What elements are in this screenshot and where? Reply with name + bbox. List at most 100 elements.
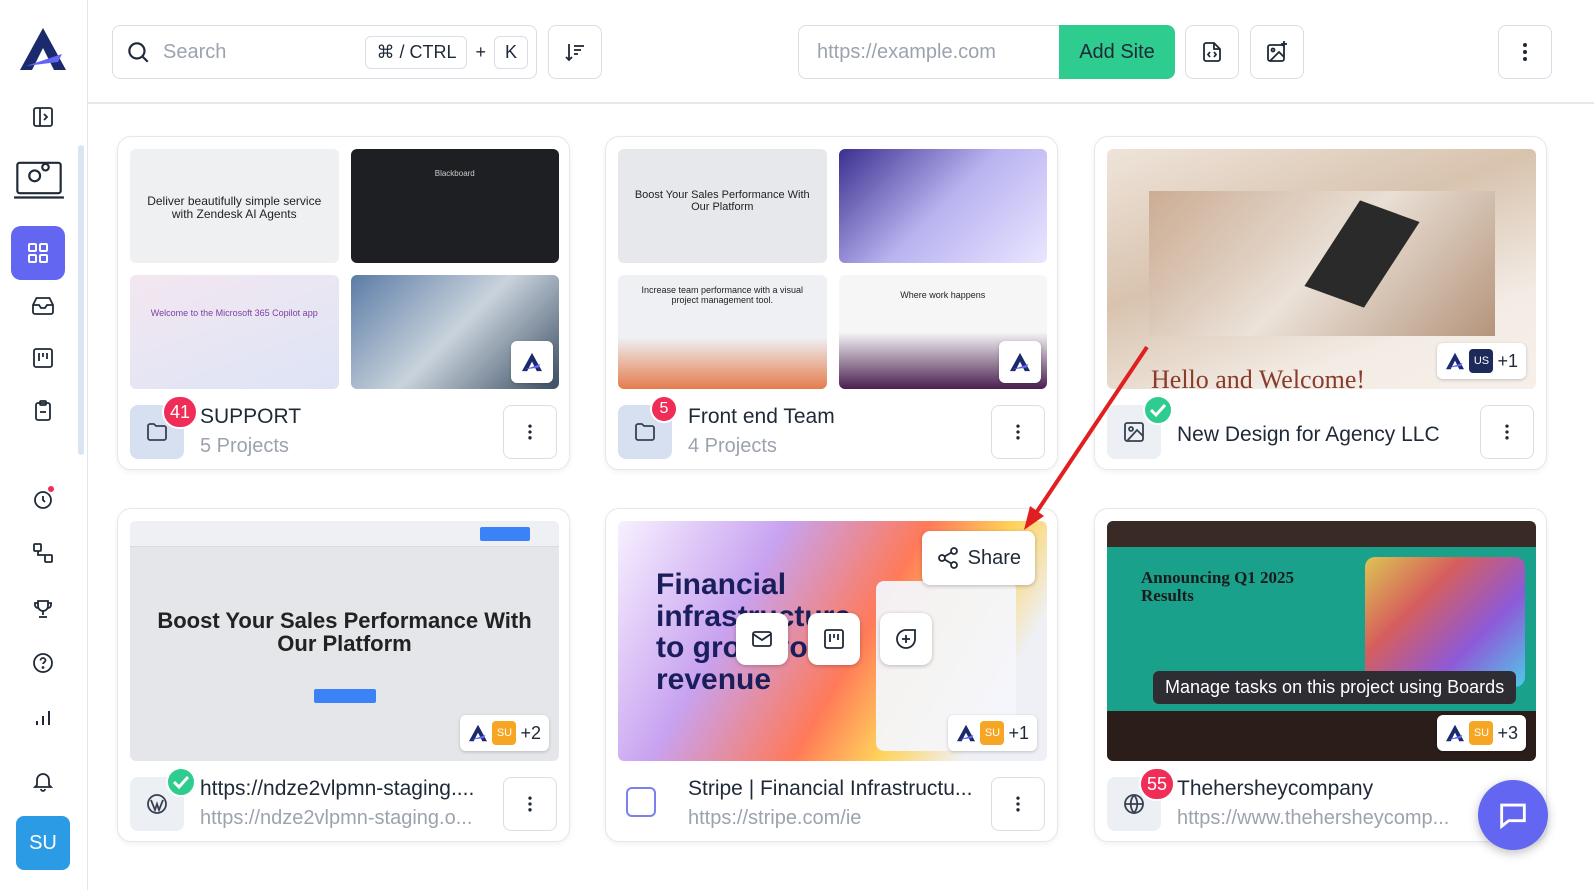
cta-button — [480, 527, 530, 541]
thumbnail[interactable]: Increase team performance with a visual … — [618, 275, 827, 389]
trophy-icon[interactable] — [24, 590, 62, 628]
folder-thumbnails: Deliver beautifully simple service with … — [130, 149, 559, 389]
thumbnail[interactable]: Deliver beautifully simple service with … — [130, 149, 339, 263]
mail-button[interactable] — [736, 613, 788, 665]
wordpress-icon — [130, 767, 196, 831]
sort-button[interactable] — [548, 25, 602, 79]
card-url[interactable]: https://ndze2vlpmn-staging.o... — [200, 807, 472, 830]
avatar: SU — [1469, 721, 1494, 745]
thumbnail[interactable]: Where work happens — [838, 275, 1047, 389]
check-icon — [166, 767, 196, 797]
toggle-sidebar-icon[interactable] — [24, 98, 62, 136]
project-card[interactable]: Boost Your Sales Performance With Our Pl… — [117, 508, 570, 842]
sidebar-scrollbar[interactable] — [78, 145, 84, 455]
code-file-icon — [1203, 42, 1221, 62]
boards-button[interactable] — [808, 613, 860, 665]
app-logo-icon — [469, 724, 488, 742]
card-title[interactable]: Stripe | Financial Infrastructu... — [688, 777, 972, 801]
candy-image — [1365, 557, 1525, 687]
add-comment-button[interactable] — [880, 613, 932, 665]
boards-icon[interactable] — [24, 339, 62, 377]
settings-laptop-icon[interactable] — [12, 152, 66, 204]
thumbnail-text: Where work happens — [900, 289, 986, 300]
avatars-extra-count: +1 — [1008, 722, 1029, 743]
project-card[interactable]: Financial infrastructure to grow your re… — [605, 508, 1058, 842]
folder-icon: 5 — [618, 395, 678, 459]
thumbnail-text: Hello and Welcome! — [1151, 365, 1366, 389]
count-badge: 41 — [161, 395, 198, 429]
more-menu-button[interactable] — [1498, 25, 1552, 79]
collaborator-avatars[interactable]: SU +1 — [948, 715, 1037, 751]
card-url[interactable]: https://stripe.com/ie — [688, 807, 861, 830]
app-logo[interactable] — [18, 26, 68, 77]
shortcut-key: K — [493, 35, 528, 69]
card-more-button[interactable] — [991, 777, 1045, 831]
collaborator-avatars[interactable]: SU +3 — [1437, 715, 1526, 751]
card-title[interactable]: Thehersheycompany — [1177, 777, 1373, 801]
image-icon — [1107, 395, 1173, 459]
folder-card[interactable]: Boost Your Sales Performance With Our Pl… — [605, 136, 1058, 470]
help-icon[interactable] — [24, 644, 62, 682]
thumbnail[interactable]: Financial infrastructure to grow your re… — [618, 521, 1047, 761]
card-more-button[interactable] — [503, 777, 557, 831]
thumbnail-text: Welcome to the Microsoft 365 Copilot app — [150, 308, 318, 319]
card-title[interactable]: Front end Team — [688, 405, 835, 429]
share-button[interactable]: Share — [921, 531, 1035, 585]
thumbnail[interactable]: Boost Your Sales Performance With Our Pl… — [618, 149, 827, 263]
card-subtitle: 5 Projects — [200, 435, 289, 457]
add-site-button[interactable]: Add Site — [1059, 25, 1175, 79]
project-card[interactable]: Hello and Welcome! US +1 New Design for … — [1094, 136, 1547, 470]
thumbnail[interactable]: Announcing Q1 2025 Results Manage tasks … — [1107, 521, 1536, 761]
app-logo-badge — [511, 341, 553, 383]
thumbnail[interactable] — [350, 275, 559, 389]
thumbnail[interactable]: Blackboard — [350, 149, 559, 263]
card-more-button[interactable] — [503, 405, 557, 459]
collaborator-avatars[interactable]: US +1 — [1437, 343, 1526, 379]
app-logo-icon — [1446, 352, 1465, 370]
card-title[interactable]: SUPPORT — [200, 405, 301, 429]
user-avatar[interactable]: SU — [16, 816, 70, 870]
thumbnail-text: Blackboard — [434, 168, 475, 178]
card-title[interactable]: https://ndze2vlpmn-staging.... — [200, 777, 474, 801]
more-vertical-icon — [1523, 43, 1527, 61]
time-tracking-icon[interactable] — [24, 480, 62, 518]
avatars-extra-count: +2 — [520, 722, 541, 743]
sidebar-item-dashboard[interactable] — [11, 226, 65, 280]
collaborator-avatars[interactable]: SU +2 — [460, 715, 549, 751]
card-title[interactable]: New Design for Agency LLC — [1177, 423, 1440, 447]
workflow-icon[interactable] — [24, 534, 62, 572]
clipboard-icon[interactable] — [24, 392, 62, 430]
chat-button[interactable] — [1478, 780, 1548, 850]
card-more-button[interactable] — [991, 405, 1045, 459]
select-checkbox[interactable] — [626, 787, 656, 817]
thumbnail-text: Announcing Q1 2025 Results — [1141, 568, 1295, 605]
thumbnail[interactable] — [838, 149, 1047, 263]
top-bar: Search ⌘ / CTRL + K https://example.com … — [88, 0, 1594, 104]
card-url[interactable]: https://www.thehersheycomp... — [1177, 807, 1449, 830]
site-url-input[interactable]: https://example.com — [798, 25, 1060, 79]
project-card[interactable]: Announcing Q1 2025 Results Manage tasks … — [1094, 508, 1547, 842]
app-logo-icon — [957, 724, 976, 742]
app-logo-icon — [1446, 724, 1465, 742]
thumbnail[interactable]: Boost Your Sales Performance With Our Pl… — [130, 521, 559, 761]
share-label: Share — [967, 546, 1021, 569]
more-vertical-icon — [1505, 424, 1509, 440]
thumbnail[interactable]: Hello and Welcome! US +1 — [1107, 149, 1536, 389]
card-more-button[interactable] — [1480, 405, 1534, 459]
inbox-icon[interactable] — [24, 286, 62, 324]
thumbnail[interactable]: Welcome to the Microsoft 365 Copilot app — [130, 275, 339, 389]
more-vertical-icon — [1016, 796, 1020, 812]
bell-icon[interactable] — [24, 762, 62, 800]
cta-button — [314, 689, 376, 703]
analytics-icon[interactable] — [24, 698, 62, 736]
add-code-file-button[interactable] — [1185, 25, 1239, 79]
more-vertical-icon — [528, 796, 532, 812]
add-image-button[interactable] — [1250, 25, 1304, 79]
search-input[interactable]: Search ⌘ / CTRL + K — [112, 25, 537, 79]
folder-card[interactable]: Deliver beautifully simple service with … — [117, 136, 570, 470]
add-comment-icon — [896, 629, 916, 649]
avatars-extra-count: +3 — [1497, 722, 1518, 743]
boards-icon — [824, 629, 844, 649]
search-icon — [128, 42, 149, 63]
boards-tooltip: Manage tasks on this project using Board… — [1153, 671, 1517, 704]
